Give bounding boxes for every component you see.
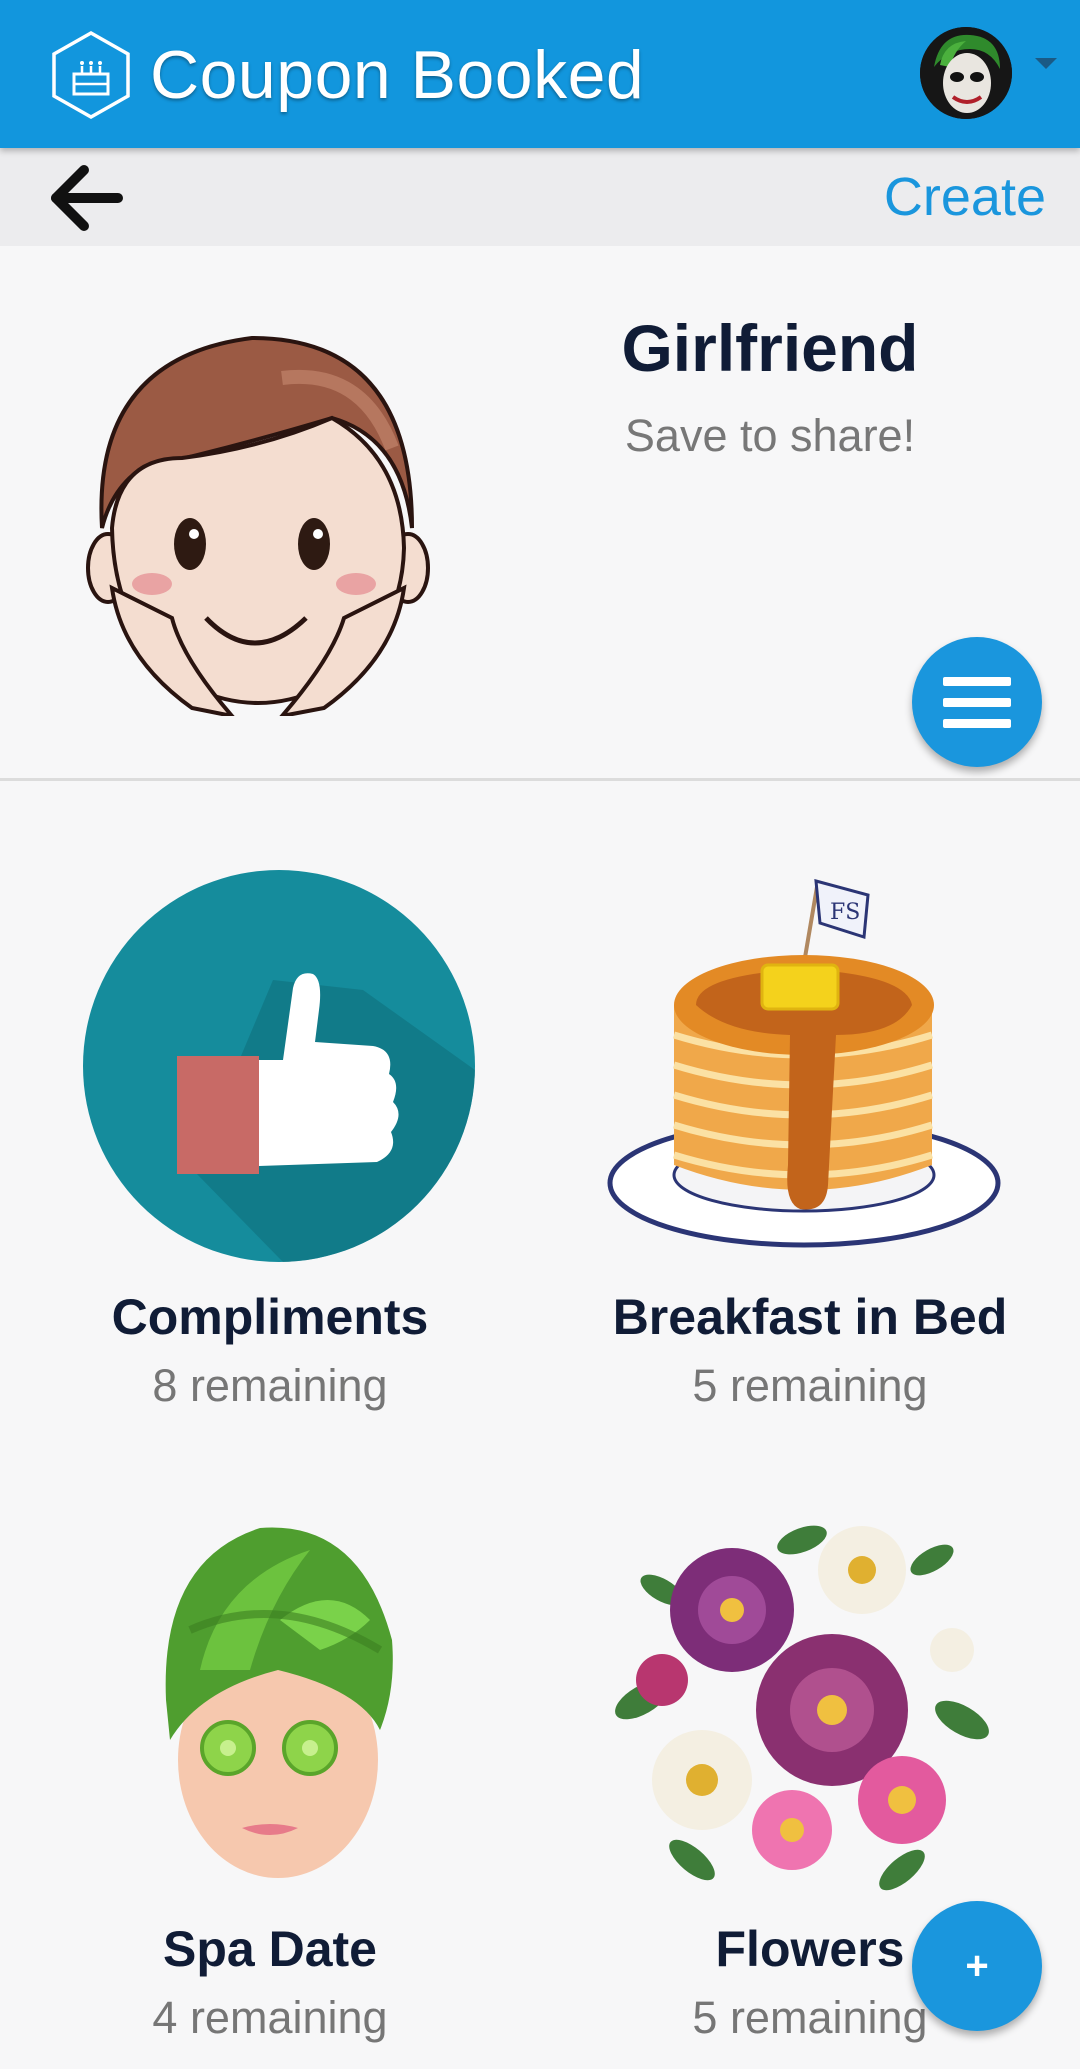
- coupon-title: Compliments: [111, 1289, 429, 1345]
- account-dropdown-caret-icon[interactable]: [1035, 58, 1057, 69]
- coupon-remaining: 4 remaining: [152, 1992, 388, 2043]
- app-bar: Coupon Booked: [0, 0, 1080, 148]
- app-title: Coupon Booked: [150, 37, 645, 113]
- coupon-title: Breakfast in Bed: [612, 1289, 1008, 1345]
- hamburger-menu-icon-line: [943, 719, 1011, 728]
- coupon-card-spa-date[interactable]: Spa Date 4 remaining: [0, 1495, 540, 2055]
- create-button[interactable]: Create: [884, 166, 1046, 228]
- section-divider: [0, 778, 1080, 781]
- cake-hexagon-logo-icon[interactable]: [50, 30, 132, 120]
- coupon-remaining: 5 remaining: [692, 1360, 928, 1411]
- coupon-title: Spa Date: [163, 1921, 377, 1977]
- menu-button[interactable]: [912, 637, 1042, 767]
- user-avatar[interactable]: [920, 27, 1012, 119]
- pancakes-icon: FS: [607, 878, 1001, 1248]
- profile-subtitle: Save to share!: [624, 410, 916, 461]
- add-coupon-button[interactable]: +: [912, 1901, 1042, 2031]
- coupon-card-compliments[interactable]: Compliments 8 remaining: [0, 860, 540, 1420]
- flower-bouquet-icon: [615, 1525, 989, 1891]
- hamburger-menu-icon-line: [943, 698, 1011, 707]
- girlfriend-portrait-image: [86, 335, 430, 716]
- thumbs-up-icon: [83, 870, 475, 1262]
- coupon-remaining: 8 remaining: [152, 1360, 388, 1411]
- profile-name: Girlfriend: [621, 311, 919, 385]
- spa-face-mask-icon: [165, 1527, 393, 1878]
- coupon-card-breakfast-in-bed[interactable]: FS Breakfast in Bed 5 remaining: [540, 860, 1080, 1420]
- svg-text:FS: FS: [830, 900, 860, 925]
- joker-avatar-icon: [920, 27, 1012, 119]
- hamburger-menu-icon: [943, 677, 1011, 686]
- back-arrow-icon[interactable]: [46, 160, 126, 236]
